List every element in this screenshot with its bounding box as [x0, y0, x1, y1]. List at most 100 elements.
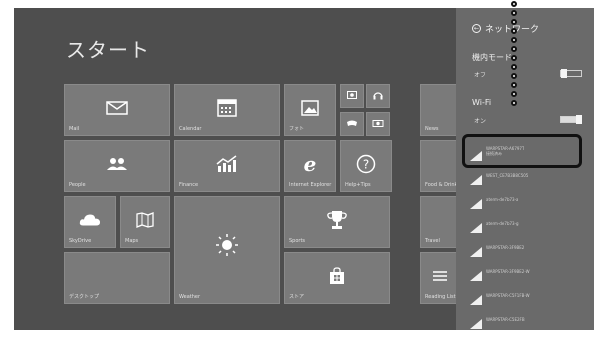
mail-icon [106, 100, 128, 115]
network-name: WARPSTAR-3F9BE2-W [486, 269, 530, 274]
tile-label: フォト [289, 126, 305, 132]
network-name: aterm-de7b73-a [486, 197, 518, 202]
toggle-knob [561, 69, 567, 78]
network-ssid: WARPSTAR-3F9BE2 [486, 244, 525, 250]
tile-label: Calendar [179, 126, 202, 132]
network-item[interactable]: aterm-de7b73-g [470, 212, 586, 234]
tile-label: Help+Tips [345, 182, 371, 188]
video-icon [347, 90, 357, 99]
tile-label: Sports [289, 238, 306, 244]
tile-label: ストア [289, 294, 305, 300]
store-bag-icon [329, 266, 345, 285]
tile-label: Food & Drink [425, 182, 458, 188]
tile-skydrive[interactable]: SkyDrive [64, 196, 116, 248]
airplane-mode-state: オフ [474, 72, 487, 79]
toggle-knob [576, 115, 582, 124]
tile-label: News [425, 126, 439, 132]
start-screen: スタート Mail Calendar フォト News People Finan… [14, 8, 594, 330]
network-ssid: WARPSTAR-3F9BE2-W [486, 268, 530, 274]
wifi-signal-icon [470, 194, 482, 209]
tile-photos[interactable]: フォト [284, 84, 336, 136]
tile-people[interactable]: People [64, 140, 170, 192]
wifi-state: オン [474, 118, 487, 125]
reading-list-icon [432, 270, 448, 282]
tile-maps[interactable]: Maps [120, 196, 170, 248]
tile-games[interactable] [340, 112, 364, 136]
network-name: WARPSTAR-3F9BE2 [486, 245, 524, 250]
network-ssid: aterm-de7b73-g [486, 220, 519, 226]
tile-reading-list[interactable]: Reading List [420, 252, 460, 304]
photo-icon [301, 99, 319, 116]
wifi-signal-icon [470, 218, 482, 233]
network-ssid: WEST_CE7B3B8C505 [486, 172, 529, 178]
wifi-signal-icon [470, 314, 482, 329]
network-item[interactable]: WARPSTAR-C5F1FB-W [470, 284, 586, 306]
tile-food[interactable]: Food & Drink [420, 140, 460, 192]
pointer-dot [511, 37, 517, 43]
tile-calendar[interactable]: Calendar [174, 84, 280, 136]
tile-help[interactable]: ? Help+Tips [340, 140, 392, 192]
wifi-signal-icon [470, 170, 482, 185]
network-ssid: WARPSTAR-C5F1FB-W [486, 292, 530, 298]
tile-camera[interactable] [366, 112, 390, 136]
tile-label: Weather [179, 294, 201, 300]
wifi-label: Wi-Fi [472, 98, 492, 107]
pointer-dot [511, 1, 517, 7]
internet-explorer-icon: e [303, 151, 317, 176]
network-item[interactable]: aterm-de7b73-a [470, 188, 586, 210]
tile-store[interactable]: ストア [284, 252, 390, 304]
trophy-icon [326, 210, 348, 230]
tile-label: Maps [125, 238, 139, 244]
tile-ie[interactable]: e Internet Explorer [284, 140, 336, 192]
finance-chart-icon [216, 154, 238, 173]
cloud-icon [79, 213, 101, 226]
network-ssid: aterm-de7b73-a [486, 196, 519, 202]
network-item[interactable]: WARPSTAR-C5E2FB [470, 308, 586, 330]
gamepad-icon [346, 119, 358, 127]
tile-desktop[interactable]: デスクトップ [64, 252, 170, 304]
tile-video[interactable] [340, 84, 364, 108]
airplane-mode-label: 機内モード [472, 53, 512, 62]
network-name: WARPSTAR-C5F1FB-W [486, 293, 530, 298]
tile-finance[interactable]: Finance [174, 140, 280, 192]
headphones-icon [373, 90, 383, 100]
pointer-dot [511, 82, 517, 88]
sun-icon [215, 233, 239, 257]
tile-weather[interactable]: Weather [174, 196, 280, 304]
network-item[interactable]: WARPSTAR-3F9BE2 [470, 236, 586, 258]
back-button[interactable]: ← ネットワーク [472, 22, 539, 35]
tile-mail[interactable]: Mail [64, 84, 170, 136]
tile-label: Reading List [425, 294, 456, 300]
tile-sports[interactable]: Sports [284, 196, 390, 248]
pointer-dot [511, 100, 517, 106]
map-icon [136, 211, 154, 228]
tile-label: Mail [69, 126, 80, 132]
calendar-icon [217, 98, 237, 117]
tile-label: SkyDrive [69, 238, 92, 244]
tile-label: Internet Explorer [289, 182, 332, 188]
network-name: WEST_CE7B3B8C505 [486, 173, 528, 178]
wifi-toggle[interactable] [560, 115, 582, 124]
pointer-dot [511, 64, 517, 70]
tile-label: デスクトップ [69, 294, 100, 300]
network-item[interactable]: WARPSTAR-3F9BE2-W [470, 260, 586, 282]
tile-travel[interactable]: Travel [420, 196, 460, 248]
svg-text:?: ? [363, 157, 369, 171]
pointer-dot [511, 55, 517, 61]
tile-label: Finance [179, 182, 199, 188]
camera-icon [372, 119, 384, 127]
pointer-dot [511, 73, 517, 79]
tile-label: Travel [425, 238, 440, 244]
network-name: aterm-de7b73-g [486, 221, 519, 226]
back-arrow-icon: ← [472, 24, 481, 33]
pointer-dot [511, 19, 517, 25]
pointer-dot [511, 46, 517, 52]
pointer-dot [511, 91, 517, 97]
pointer-dot [511, 10, 517, 16]
tile-music[interactable] [366, 84, 390, 108]
airplane-mode-toggle[interactable] [560, 69, 582, 78]
help-icon: ? [356, 154, 376, 174]
tile-label: People [69, 182, 86, 188]
tile-news[interactable]: News [420, 84, 460, 136]
network-ssid: WARPSTAR-C5E2FB [486, 316, 525, 322]
